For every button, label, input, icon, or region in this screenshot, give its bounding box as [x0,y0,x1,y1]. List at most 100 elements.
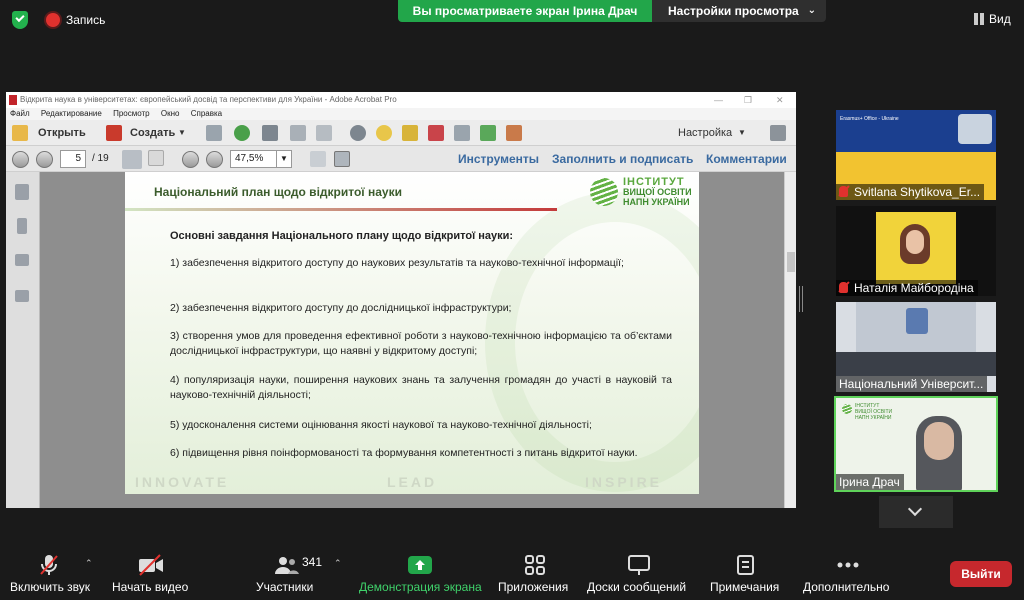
print-icon[interactable] [262,125,278,141]
logo-line-2: ВИЩОЇ ОСВІТИ [623,187,692,197]
zoom-dropdown-icon[interactable]: ▼ [276,150,292,168]
participant-tile[interactable]: Erasmus+ Office - Ukraine Svitlana Shyti… [836,110,996,200]
participant-tile-active-speaker[interactable]: ІНСТИТУТ ВИЩОЇ ОСВІТИ НАПН УКРАЇНИ Ірина… [834,396,998,492]
apps-button[interactable]: Приложения [494,540,576,600]
comment-icon[interactable] [376,125,392,141]
expand-icon[interactable] [770,125,786,141]
audio-options-chevron-icon[interactable]: ⌃ [85,558,93,569]
apps-label: Приложения [498,580,569,594]
create-dropdown-icon[interactable]: ▼ [178,125,186,141]
customize-button[interactable]: Настройка [678,125,732,141]
layout-icon [974,13,984,25]
chevron-down-icon: ⌄ [807,5,816,16]
menu-help[interactable]: Справка [191,109,222,118]
close-icon[interactable]: ✕ [776,92,784,108]
open-button[interactable]: Открыть [38,125,86,141]
participant-tile[interactable]: Наталія Майбородіна [836,206,996,296]
video-thumbnail [958,114,992,144]
leave-button[interactable]: Выйти [950,561,1012,587]
export-icon[interactable] [480,125,496,141]
list-item: 4) популяризація науки, поширення науков… [170,374,672,401]
next-page-icon[interactable] [36,151,53,168]
share-screen-icon [408,556,432,574]
zoom-out-icon[interactable] [182,151,199,168]
zoom-in-icon[interactable] [206,151,223,168]
menu-file[interactable]: Файл [10,109,30,118]
hand-tool-icon[interactable] [148,150,164,166]
unmute-button[interactable]: Включить звук [8,540,96,600]
participants-options-chevron-icon[interactable]: ⌃ [334,558,342,569]
highlight-icon[interactable] [402,125,418,141]
view-button[interactable]: Вид [974,12,1011,26]
page-number-input[interactable]: 5 [60,150,86,168]
menu-edit[interactable]: Редактирование [41,109,102,118]
delete-page-icon[interactable] [428,125,444,141]
upload-icon[interactable] [234,125,250,141]
institute-logo-text: ІНСТИТУТ ВИЩОЇ ОСВІТИ НАПН УКРАЇНИ [623,176,692,208]
mic-muted-icon [40,555,58,575]
minimize-icon[interactable]: — [714,92,723,108]
window-title: Відкрита наука в університетах: європейс… [20,95,397,104]
share-screen-button[interactable]: Демонстрация экрана [356,540,486,600]
notes-button[interactable]: Примечания [706,540,786,600]
participants-icon [275,557,299,574]
footer-word: LEAD [387,474,438,490]
list-item: 1) забезпечення відкритого доступу до на… [170,257,624,269]
footer-word: INSPIRE [585,474,663,490]
logo-line-3: НАПН УКРАЇНИ [623,197,690,207]
zoom-input[interactable]: 47,5% [230,150,280,168]
menu-view[interactable]: Просмотр [113,109,150,118]
gear-icon[interactable] [350,125,366,141]
tiles-scroll-down-button[interactable] [879,496,953,528]
institute-logo-text: ІНСТИТУТ ВИЩОЇ ОСВІТИ НАПН УКРАЇНИ [855,403,893,421]
share-banner: Вы просматриваете экран Ірина Драч [398,0,652,22]
participant-name: Ірина Драч [836,474,904,490]
fit-page-icon[interactable] [334,151,350,167]
more-label: Дополнительно [803,580,890,594]
page-total: / 19 [92,153,109,164]
menu-window[interactable]: Окно [161,109,180,118]
stamp-icon[interactable] [454,125,470,141]
comments-link[interactable]: Комментарии [706,152,787,166]
participants-button[interactable]: 341 Участники [252,540,328,600]
tools-link[interactable]: Инструменты [458,152,539,166]
start-video-button[interactable]: Начать видео [108,540,194,600]
participant-name: Наталія Майбородіна [836,280,978,296]
signature-icon[interactable] [15,290,29,302]
pages-icon[interactable] [15,184,29,200]
select-cursor-icon[interactable] [122,150,142,169]
view-settings-button[interactable]: Настройки просмотра ⌄ [652,0,826,22]
participant-tile[interactable]: Національний Університ... [836,302,996,392]
email-icon[interactable] [316,125,332,141]
bookmark-icon[interactable] [17,218,27,234]
view-button-label: Вид [989,12,1011,26]
create-button[interactable]: Создать [130,125,175,141]
apps-icon [525,555,545,575]
navigation-panel [6,172,40,508]
resize-handle[interactable] [799,286,803,312]
attachment-icon[interactable] [15,254,29,266]
save-icon[interactable] [206,125,222,141]
sign-icon[interactable] [506,125,522,141]
emblem [906,308,928,334]
institute-logo-icon [842,404,852,414]
scrollbar-thumb[interactable] [787,252,795,272]
vertical-scrollbar[interactable] [784,172,796,508]
navigation-toolbar: 5 / 19 47,5% ▼ Инструменты Заполнить и п… [6,146,796,172]
customize-dropdown-icon[interactable]: ▼ [738,125,746,141]
edit-icon[interactable] [290,125,306,141]
notes-label: Примечания [710,580,780,594]
top-bar: Запись Вы просматриваете экран Ірина Дра… [0,0,1024,40]
unmute-label: Включить звук [10,580,91,594]
more-button[interactable]: Дополнительно [800,540,896,600]
fit-width-icon[interactable] [310,151,326,167]
prev-page-icon[interactable] [12,151,29,168]
logo-line-1: ІНСТИТУТ [623,176,685,188]
security-shield-icon[interactable] [12,11,28,29]
maximize-icon[interactable]: ❐ [744,92,752,108]
whiteboards-button[interactable]: Доски сообщений [584,540,694,600]
list-item: 5) удосконалення системи оцінювання якос… [170,419,592,431]
fill-sign-link[interactable]: Заполнить и подписать [552,152,693,166]
participants-count: 341 [302,555,323,569]
notes-icon [737,555,754,575]
